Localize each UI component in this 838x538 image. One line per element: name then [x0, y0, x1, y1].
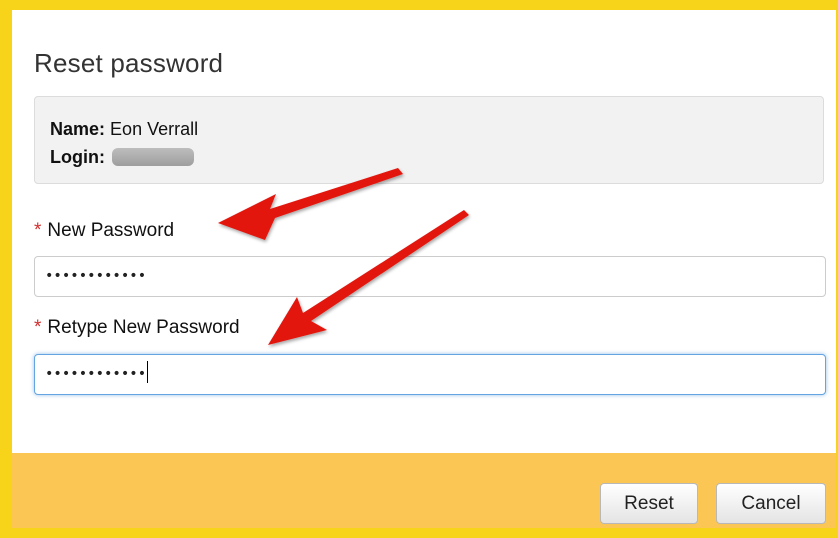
redacted-login-value — [112, 148, 194, 166]
retype-password-input[interactable]: •••••••••••• — [34, 354, 826, 395]
cancel-button[interactable]: Cancel — [716, 483, 826, 524]
retype-password-label: * Retype New Password — [34, 317, 240, 339]
reset-password-dialog: Reset password Name: Eon Verrall Login: … — [12, 10, 836, 528]
text-caret — [147, 361, 149, 383]
retype-password-label-text: Retype New Password — [47, 317, 240, 338]
login-label: Login: — [50, 147, 105, 167]
retype-password-value: •••••••••••• — [45, 366, 147, 382]
new-password-value: •••••••••••• — [45, 268, 147, 284]
dialog-title: Reset password — [34, 48, 224, 78]
required-asterisk: * — [34, 317, 42, 338]
new-password-label: * New Password — [34, 220, 174, 242]
name-label: Name: — [50, 119, 106, 139]
name-value: Eon Verrall — [110, 119, 199, 139]
new-password-input[interactable]: •••••••••••• — [34, 256, 826, 297]
reset-button[interactable]: Reset — [600, 483, 698, 524]
user-name-line: Name: Eon Verrall — [50, 119, 198, 140]
user-info-box: Name: Eon Verrall Login: — [34, 96, 824, 184]
required-asterisk: * — [34, 220, 42, 241]
dialog-footer: Reset Cancel — [12, 453, 836, 528]
new-password-label-text: New Password — [47, 220, 175, 241]
user-login-line: Login: — [50, 147, 194, 168]
